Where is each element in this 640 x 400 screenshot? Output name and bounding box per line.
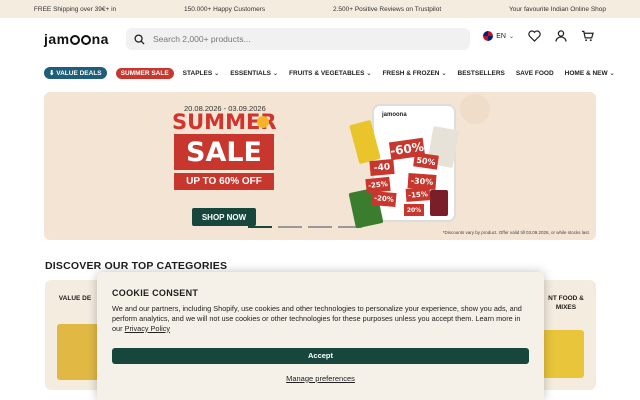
sale-heading: SALE — [174, 134, 274, 170]
logo-prefix: jam — [44, 31, 70, 47]
language-selector[interactable]: EN ⌄ — [483, 31, 514, 41]
discount-tag: 20% — [404, 204, 424, 216]
category-label-line: NT FOOD & — [548, 295, 584, 302]
main-nav: ⬇ VALUE DEALS SUMMER SALE STAPLES ⌄ ESSEN… — [0, 60, 640, 86]
nav-label: BESTSELLERS — [457, 69, 505, 77]
nav-label: STAPLES — [182, 69, 213, 77]
cookie-title: COOKIE CONSENT — [112, 288, 199, 298]
cookie-body-text: We and our partners, including Shopify, … — [112, 304, 522, 333]
shop-now-button[interactable]: SHOP NOW — [192, 208, 256, 226]
chevron-down-icon: ⌄ — [609, 70, 615, 77]
manage-preferences-link[interactable]: Manage preferences — [112, 374, 529, 383]
decorative-circle — [460, 94, 490, 124]
logo[interactable]: jam na — [44, 31, 124, 47]
search-input[interactable]: Search 2,000+ products... — [126, 28, 470, 50]
carousel-dot[interactable] — [248, 226, 272, 228]
category-label: NT FOOD & MIXES — [536, 294, 596, 312]
category-label: VALUE DE — [58, 295, 92, 302]
nav-item-save-food[interactable]: SAVE FOOD — [516, 70, 554, 77]
cart-icon[interactable] — [581, 30, 594, 42]
chevron-down-icon: ⌄ — [366, 70, 372, 77]
privacy-policy-link[interactable]: Privacy Policy — [125, 324, 170, 333]
nav-summer-sale[interactable]: SUMMER SALE — [115, 67, 174, 79]
chevron-down-icon: ⌄ — [508, 33, 514, 40]
cookie-body: We and our partners, including Shopify, … — [112, 304, 529, 334]
categories-heading: DISCOVER OUR TOP CATEGORIES — [45, 260, 228, 272]
product-pack — [430, 190, 448, 216]
category-label-line: MIXES — [555, 304, 577, 312]
user-icon[interactable] — [555, 30, 567, 42]
nav-label: FRUITS & VEGETABLES — [289, 69, 365, 77]
logo-ring-icon — [70, 35, 81, 46]
category-card-instant-food[interactable]: NT FOOD & MIXES — [536, 280, 596, 390]
nav-item-bestsellers[interactable]: BESTSELLERS — [458, 70, 505, 77]
search-icon — [134, 33, 145, 45]
discount-tag: -20% — [371, 190, 397, 208]
hero-banner[interactable]: 20.08.2026 - 03.09.2026 SUMMER SALE UP T… — [44, 92, 596, 240]
site-header: jam na Search 2,000+ products... EN ⌄ — [0, 18, 640, 60]
chevron-down-icon: ⌄ — [441, 70, 447, 77]
nav-label: SAVE FOOD — [515, 69, 554, 77]
nav-item-essentials[interactable]: ESSENTIALS ⌄ — [230, 70, 278, 77]
logo-suffix: na — [91, 31, 109, 47]
discount-banner: UP TO 60% OFF — [174, 173, 274, 190]
chevron-down-icon: ⌄ — [214, 70, 220, 77]
nav-value-deals[interactable]: ⬇ VALUE DEALS — [44, 67, 107, 79]
discount-footnote: *Discounts vary by product. Offer valid … — [442, 230, 590, 235]
discount-tag: -15% — [405, 187, 431, 202]
nav-item-staples[interactable]: STAPLES ⌄ — [183, 70, 220, 77]
discount-tag: -40 — [369, 158, 395, 177]
uk-flag-icon — [483, 31, 494, 41]
carousel-dot[interactable] — [308, 226, 332, 228]
announcement-customers: 150.000+ Happy Customers — [183, 5, 266, 13]
nav-label: ESSENTIALS — [230, 69, 272, 77]
heart-icon[interactable] — [528, 30, 541, 42]
category-card-value-deals[interactable]: VALUE DE — [45, 280, 105, 390]
logo-ring-icon — [81, 35, 92, 46]
nav-item-fresh-frozen[interactable]: FRESH & FROZEN ⌄ — [382, 70, 446, 77]
chevron-down-icon: ⌄ — [273, 70, 279, 77]
announcement-bar: FREE Shipping over 39€+ in 150.000+ Happ… — [0, 0, 640, 18]
nav-label: HOME & NEW — [564, 69, 608, 77]
carousel-indicators — [248, 226, 362, 228]
cookie-consent-dialog: COOKIE CONSENT We and our partners, incl… — [97, 272, 544, 400]
language-label: EN — [496, 32, 506, 40]
category-image — [57, 324, 101, 380]
announcement-reviews: 2.500+ Positive Reviews on Trustpilot — [332, 5, 442, 13]
accept-button[interactable]: Accept — [112, 347, 529, 364]
category-image — [542, 330, 584, 378]
search-placeholder: Search 2,000+ products... — [153, 34, 251, 44]
nav-item-fruits-vegetables[interactable]: FRUITS & VEGETABLES ⌄ — [289, 70, 371, 77]
sun-icon — [257, 116, 269, 128]
header-actions: EN ⌄ — [483, 30, 594, 42]
announcement-shipping: FREE Shipping over 39€+ in — [33, 5, 117, 13]
phone-brand: jamoona — [382, 112, 407, 118]
announcement-tagline: Your favourite Indian Online Shop — [509, 5, 607, 13]
nav-item-home-new[interactable]: HOME & NEW ⌄ — [565, 70, 615, 77]
nav-label: FRESH & FROZEN — [382, 69, 440, 77]
carousel-dot[interactable] — [278, 226, 302, 228]
